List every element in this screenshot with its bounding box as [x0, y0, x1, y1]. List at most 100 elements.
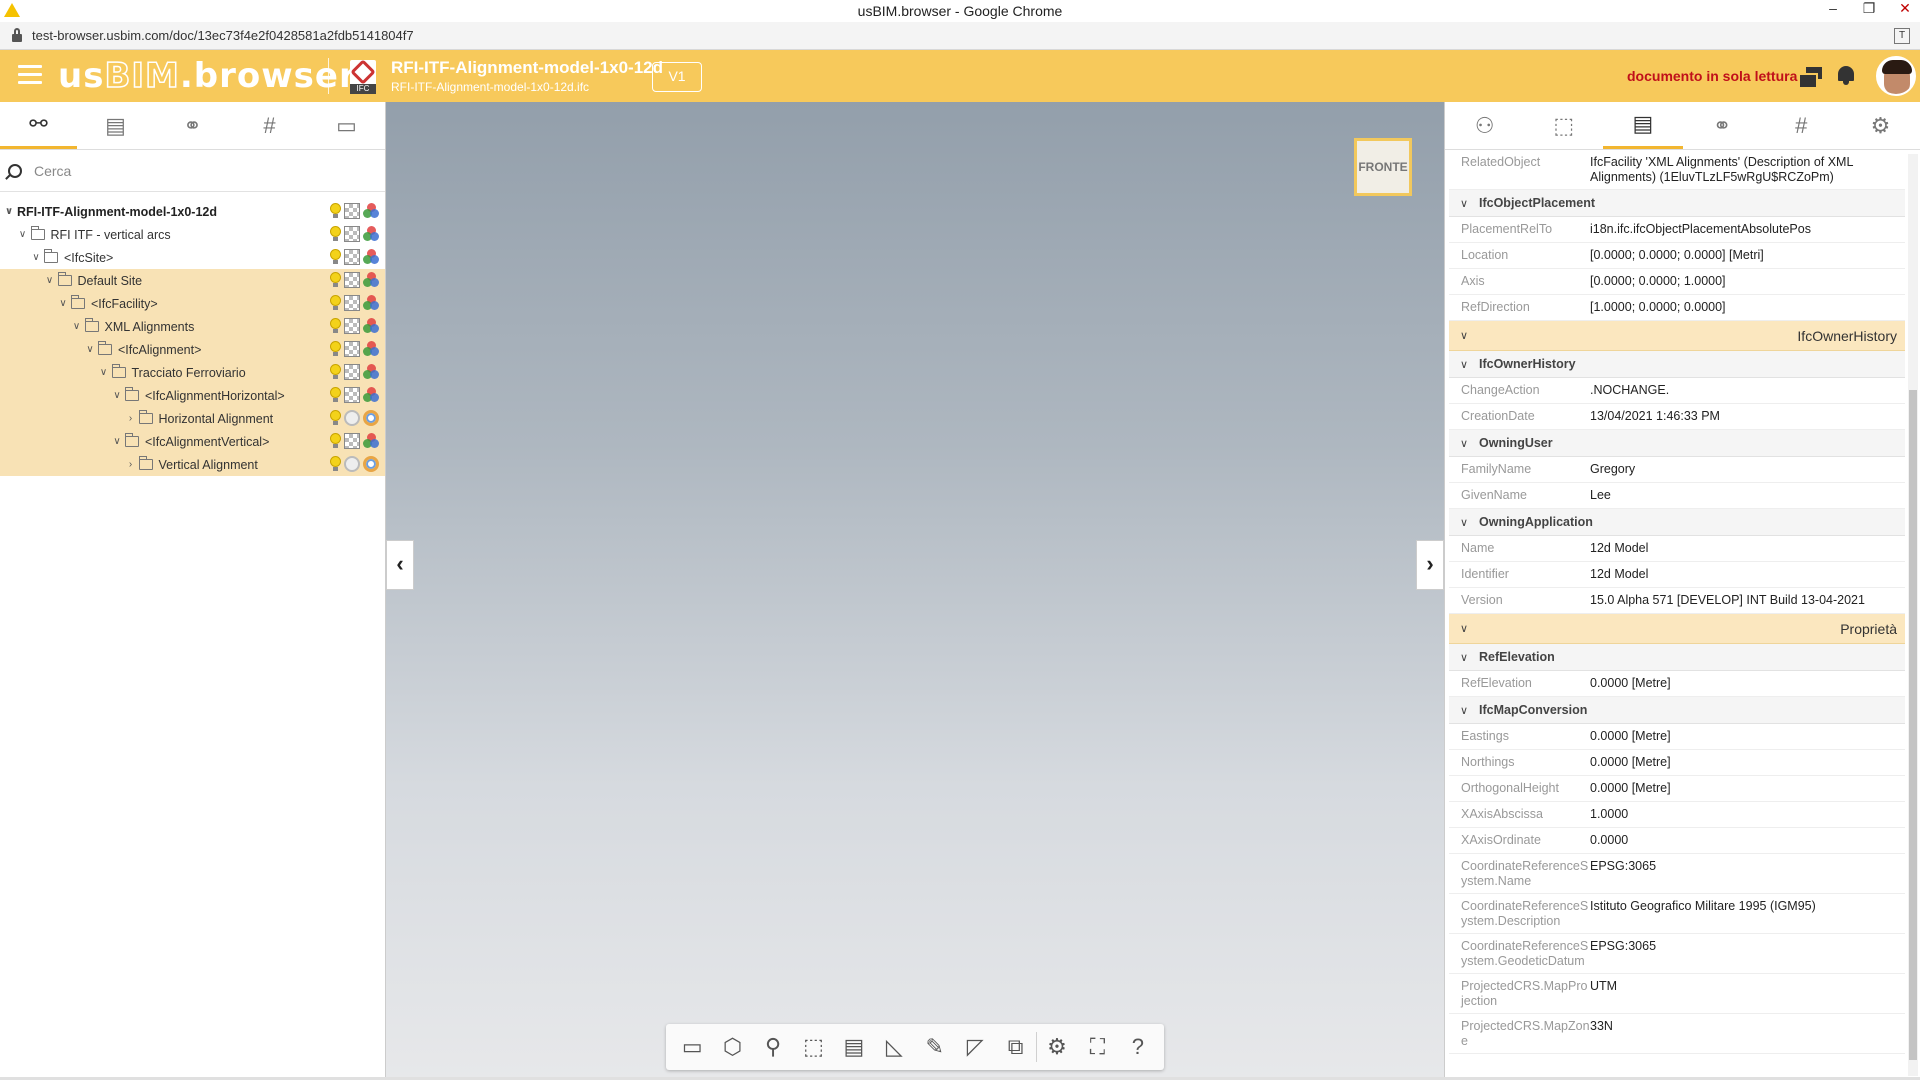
tree-node[interactable]: ∨ <IfcAlignment>: [0, 338, 385, 361]
visibility-bulb-icon[interactable]: [330, 364, 341, 380]
gear-icon[interactable]: ⚙: [1841, 102, 1920, 149]
color-picker-icon[interactable]: [363, 341, 379, 357]
color-picker-icon[interactable]: [363, 203, 379, 219]
transparency-icon[interactable]: [344, 387, 360, 403]
document-icon[interactable]: ▤: [77, 102, 154, 149]
chevron-down-icon[interactable]: ∨: [58, 298, 68, 309]
tree-node[interactable]: ∨ RFI ITF - vertical arcs: [0, 223, 385, 246]
visibility-bulb-icon[interactable]: [330, 456, 341, 472]
hierarchy-icon[interactable]: ⚯: [0, 102, 77, 149]
color-picker-icon[interactable]: [363, 387, 379, 403]
color-picker-icon[interactable]: [363, 249, 379, 265]
property-group-header[interactable]: ∨ IfcObjectPlacement: [1449, 190, 1905, 217]
tree-node-label[interactable]: RFI-ITF-Alignment-model-1x0-12d: [17, 205, 217, 219]
tree-node-label[interactable]: XML Alignments: [105, 320, 195, 334]
tree-node[interactable]: ∨ Default Site: [0, 269, 385, 292]
visibility-bulb-icon[interactable]: [330, 318, 341, 334]
property-section-header[interactable]: ∨ IfcOwnerHistory: [1449, 321, 1905, 351]
tree-node[interactable]: ∨ <IfcSite>: [0, 246, 385, 269]
tree-node-label[interactable]: <IfcSite>: [64, 251, 113, 265]
transparency-icon[interactable]: [344, 295, 360, 311]
color-picker-icon[interactable]: [363, 364, 379, 380]
transparency-icon[interactable]: [344, 249, 360, 265]
tree-node-label[interactable]: Vertical Alignment: [159, 458, 258, 472]
link-icon[interactable]: ⚭: [154, 102, 231, 149]
chevron-down-icon[interactable]: ∨: [85, 344, 95, 355]
color-picker-icon[interactable]: [363, 295, 379, 311]
property-group-header[interactable]: ∨ IfcMapConversion: [1449, 697, 1905, 724]
color-picker-icon[interactable]: [363, 272, 379, 288]
property-group-header[interactable]: ∨ OwningApplication: [1449, 509, 1905, 536]
visibility-bulb-icon[interactable]: [330, 203, 341, 219]
collapse-right-panel-button[interactable]: ›: [1416, 540, 1444, 590]
visibility-bulb-icon[interactable]: [330, 226, 341, 242]
help-icon[interactable]: ?: [1118, 1027, 1158, 1067]
property-group-header[interactable]: ∨ IfcOwnerHistory: [1449, 351, 1905, 378]
visibility-bulb-icon[interactable]: [330, 272, 341, 288]
chevron-down-icon[interactable]: ∨: [1449, 329, 1479, 342]
selection-icon[interactable]: ⬚: [1524, 102, 1603, 149]
tree-node[interactable]: ∨ <IfcAlignmentVertical>: [0, 430, 385, 453]
camera-icon[interactable]: ▭: [672, 1027, 712, 1067]
chevron-down-icon[interactable]: ∨: [1449, 516, 1479, 529]
close-button[interactable]: ✕: [1898, 0, 1912, 17]
property-group-header[interactable]: ∨ RefElevation: [1449, 644, 1905, 671]
notification-bell-icon[interactable]: [1836, 64, 1856, 86]
transparency-icon[interactable]: [344, 272, 360, 288]
color-picker-icon[interactable]: [363, 433, 379, 449]
chevron-down-icon[interactable]: ∨: [99, 367, 109, 378]
chevron-down-icon[interactable]: ∨: [112, 390, 122, 401]
tree-node-label[interactable]: RFI ITF - vertical arcs: [51, 228, 171, 242]
link-icon[interactable]: ⚭: [1683, 102, 1762, 149]
minimize-button[interactable]: ‒: [1826, 0, 1840, 17]
users-icon[interactable]: ⚇: [1445, 102, 1524, 149]
tree-node-label[interactable]: <IfcAlignmentVertical>: [145, 435, 269, 449]
tree-node-label[interactable]: <IfcFacility>: [91, 297, 158, 311]
transparency-icon[interactable]: [344, 318, 360, 334]
tree-node[interactable]: ∨ Tracciato Ferroviario: [0, 361, 385, 384]
transparency-icon[interactable]: [344, 341, 360, 357]
restore-button[interactable]: ❐: [1862, 0, 1876, 17]
transparency-ring-icon[interactable]: [344, 410, 360, 426]
property-section-header[interactable]: ∨ Proprietà: [1449, 614, 1905, 644]
fit-view-icon[interactable]: ⛶: [1077, 1027, 1117, 1067]
brush-icon[interactable]: ✎: [915, 1027, 955, 1067]
transparency-ring-icon[interactable]: [344, 456, 360, 472]
property-group-header[interactable]: ∨ OwningUser: [1449, 430, 1905, 457]
layers-icon[interactable]: ▭: [308, 102, 385, 149]
properties-scrollbar[interactable]: [1908, 154, 1918, 1076]
tree-node[interactable]: ∨ <IfcAlignmentHorizontal>: [0, 384, 385, 407]
translate-icon[interactable]: T: [1894, 28, 1910, 44]
usbim-logo[interactable]: usBIM.browser: [58, 55, 357, 97]
document-pin-icon[interactable]: ▤: [834, 1027, 874, 1067]
chevron-down-icon[interactable]: ∨: [1449, 358, 1479, 371]
scrollbar-thumb[interactable]: [1909, 390, 1917, 1060]
chevron-down-icon[interactable]: ∨: [18, 229, 28, 240]
chevron-down-icon[interactable]: ∨: [112, 436, 122, 447]
tree-node-label[interactable]: <IfcAlignment>: [118, 343, 201, 357]
version-button[interactable]: V1: [652, 62, 702, 92]
color-picker-icon[interactable]: [363, 318, 379, 334]
tree-node[interactable]: ∨ <IfcFacility>: [0, 292, 385, 315]
tree-node[interactable]: ∨ RFI-ITF-Alignment-model-1x0-12d: [0, 200, 385, 223]
color-picker-icon[interactable]: [363, 226, 379, 242]
hash-icon[interactable]: #: [231, 102, 308, 149]
visibility-bulb-icon[interactable]: [330, 341, 341, 357]
transparency-icon[interactable]: [344, 226, 360, 242]
tree-node-label[interactable]: Default Site: [78, 274, 143, 288]
3d-viewport[interactable]: FRONTE ‹ › ▭ ⬡ ⚲ ⬚ ▤ ◺ ✎ ◸ ⧉ ⚙ ⛶?: [386, 102, 1444, 1080]
tree-node-label[interactable]: <IfcAlignmentHorizontal>: [145, 389, 285, 403]
windows-icon[interactable]: [1800, 67, 1822, 87]
search-input[interactable]: [34, 162, 334, 179]
collapse-left-panel-button[interactable]: ‹: [386, 540, 414, 590]
box-section-icon[interactable]: ⬚: [793, 1027, 833, 1067]
transparency-icon[interactable]: [344, 364, 360, 380]
chevron-down-icon[interactable]: ∨: [72, 321, 82, 332]
visibility-bulb-icon[interactable]: [330, 387, 341, 403]
tree-node-label[interactable]: Horizontal Alignment: [159, 412, 274, 426]
visibility-bulb-icon[interactable]: [330, 249, 341, 265]
visibility-bulb-icon[interactable]: [330, 410, 341, 426]
visibility-bulb-icon[interactable]: [330, 295, 341, 311]
chevron-down-icon[interactable]: ∨: [1449, 622, 1479, 635]
compare-icon[interactable]: ⧉: [995, 1027, 1035, 1067]
